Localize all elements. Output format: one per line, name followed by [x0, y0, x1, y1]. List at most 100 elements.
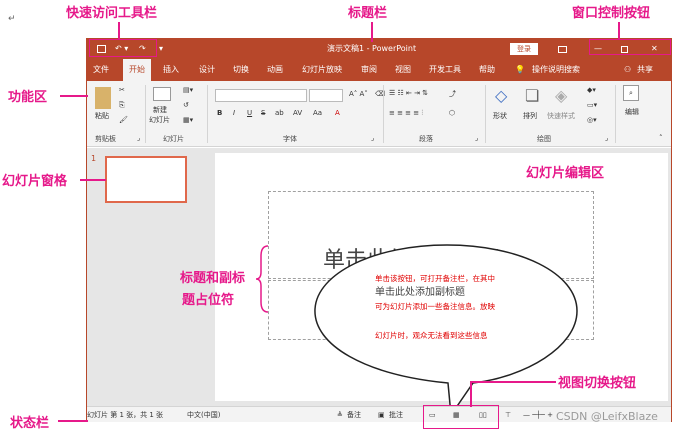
qat-customize-icon[interactable]: ▾	[159, 39, 163, 59]
view-buttons-pointer-h	[470, 381, 556, 383]
label-edit-area: 幻灯片编辑区	[526, 166, 605, 181]
cursor-mark: ↵	[8, 14, 16, 24]
slideshow-view-icon[interactable]: ⊤	[505, 407, 511, 423]
slide-edit-area: 单击此处添加标题 单击此处添加副标题 单击该按钮，可打开备注栏，在其中 可为幻灯…	[205, 148, 671, 418]
clipboard-group-label: 剪贴板	[95, 135, 116, 143]
arrange-icon[interactable]: ❏	[525, 86, 539, 105]
clipboard-launcher-icon[interactable]: ⌟	[137, 134, 140, 142]
tab-developer[interactable]: 开发工具	[429, 59, 461, 81]
bold-button[interactable]: B	[217, 109, 222, 117]
stage: ↵ ↶ ▾ ↷ ▾ 演示文稿1 - PowerPoint 登录 — ✕ 文件 开…	[0, 0, 700, 431]
zoom-slider[interactable]: — ─┼─ +	[523, 407, 553, 423]
ribbon-display-icon[interactable]	[558, 46, 567, 53]
ribbon-tabs: 文件 开始 插入 设计 切换 动画 幻灯片放映 审阅 视图 开发工具 帮助 💡 …	[87, 59, 671, 81]
find-icon[interactable]: ⌕	[623, 85, 639, 101]
lightbulb-icon: 💡	[515, 65, 525, 74]
qat-pointer	[118, 22, 120, 39]
slide-number: 1	[91, 154, 97, 163]
quick-styles-label[interactable]: 快速样式	[547, 111, 575, 121]
tab-design[interactable]: 设计	[199, 59, 215, 81]
paragraph-group-label: 段落	[419, 135, 433, 143]
slide-count-text: 幻灯片 第 1 张，共 1 张	[87, 411, 164, 419]
slide-thumbnail[interactable]	[105, 156, 187, 203]
align-icons[interactable]: ≡ ≡ ≡ ≡ ⫶	[389, 109, 423, 118]
tab-file[interactable]: 文件	[93, 59, 109, 81]
view-buttons-highlight	[423, 405, 499, 429]
ribbon-pointer	[60, 95, 88, 97]
copy-icon[interactable]: ⎘	[119, 101, 125, 110]
format-painter-icon[interactable]: 🖌	[119, 116, 128, 124]
slide-canvas[interactable]: 单击此处添加标题 单击此处添加副标题 单击该按钮，可打开备注栏，在其中 可为幻灯…	[215, 153, 668, 418]
subtitle-placeholder-text: 单击此处添加副标题	[375, 287, 465, 298]
placeholder-brace	[256, 245, 269, 313]
bullets-icon[interactable]: ☰ ☷ ⇤ ⇥ ⇅	[389, 89, 428, 97]
slide-pane-pointer	[80, 179, 106, 181]
shape-fill-icon[interactable]: ◆▾	[587, 86, 596, 94]
powerpoint-window: ↶ ▾ ↷ ▾ 演示文稿1 - PowerPoint 登录 — ✕ 文件 开始 …	[86, 38, 672, 422]
font-launcher-icon[interactable]: ⌟	[371, 134, 374, 142]
label-view-buttons: 视图切换按钮	[558, 376, 637, 391]
window-controls-pointer	[618, 22, 620, 39]
ribbon: 粘贴 ✂ ⎘ 🖌 剪贴板 ⌟ 新建 幻灯片 ▤▾ ↺ ▦▾ 幻灯片 A˄ A˅ …	[87, 81, 671, 147]
label-placeholder-line-2: 题占位符	[182, 293, 235, 308]
slides-group-label: 幻灯片	[163, 135, 184, 143]
qat-highlight	[89, 39, 157, 57]
reset-icon[interactable]: ↺	[183, 101, 189, 109]
collapse-ribbon-icon[interactable]: ˄	[659, 134, 663, 142]
window-controls-highlight	[589, 39, 671, 55]
drawing-launcher-icon[interactable]: ⌟	[605, 134, 608, 142]
tab-slideshow[interactable]: 幻灯片放映	[302, 59, 342, 81]
paste-label[interactable]: 粘贴	[95, 111, 109, 121]
tab-review[interactable]: 审阅	[361, 59, 377, 81]
quick-styles-icon[interactable]: ◈	[555, 86, 567, 105]
separator	[145, 85, 146, 143]
paragraph-launcher-icon[interactable]: ⌟	[475, 134, 478, 142]
drawing-group-label: 绘图	[537, 135, 551, 143]
layout-icon[interactable]: ▤▾	[183, 86, 193, 94]
tab-help[interactable]: 帮助	[479, 59, 495, 81]
shape-effects-icon[interactable]: ◎▾	[587, 116, 597, 124]
label-status-bar: 状态栏	[10, 416, 50, 431]
language-text[interactable]: 中文(中国)	[187, 407, 220, 423]
notes-button[interactable]: 备注	[347, 407, 361, 423]
section-icon[interactable]: ▦▾	[183, 116, 193, 124]
shadow-button[interactable]: ab	[275, 109, 284, 117]
tab-animations[interactable]: 动画	[267, 59, 283, 81]
edit-label[interactable]: 编辑	[625, 107, 639, 117]
shape-outline-icon[interactable]: ▭▾	[587, 101, 597, 109]
login-button[interactable]: 登录	[510, 43, 538, 55]
tab-insert[interactable]: 插入	[163, 59, 179, 81]
cut-icon[interactable]: ✂	[119, 86, 125, 94]
note-callout-line-2: 可为幻灯片添加一些备注信息。放映	[375, 302, 495, 311]
font-color-button[interactable]: A	[335, 109, 340, 117]
smartart-icon[interactable]: ⬡	[449, 109, 455, 117]
new-slide-icon[interactable]	[153, 87, 171, 101]
new-slide-label-2[interactable]: 幻灯片	[149, 115, 170, 125]
comments-icon[interactable]: ▣	[378, 407, 385, 423]
tab-home[interactable]: 开始	[123, 59, 151, 81]
spacing-button[interactable]: AV	[293, 109, 302, 117]
case-button[interactable]: Aa	[313, 109, 322, 117]
new-slide-label-1[interactable]: 新建	[153, 105, 167, 115]
arrange-label[interactable]: 排列	[523, 111, 537, 121]
font-size-select[interactable]	[309, 89, 343, 102]
font-name-select[interactable]	[215, 89, 307, 102]
underline-button[interactable]: U	[247, 109, 252, 117]
tab-view[interactable]: 视图	[395, 59, 411, 81]
strikethrough-button[interactable]: S	[261, 109, 265, 117]
paste-icon[interactable]	[95, 87, 111, 109]
text-direction-icon[interactable]: ⤴	[449, 89, 456, 99]
status-bar-pointer	[58, 420, 88, 422]
label-title-bar: 标题栏	[348, 6, 388, 21]
share-button[interactable]: 共享	[637, 59, 653, 81]
notes-icon[interactable]: ≜	[337, 407, 343, 423]
italic-button[interactable]: I	[233, 109, 235, 117]
label-ribbon: 功能区	[8, 90, 48, 105]
tell-me-search[interactable]: 操作说明搜索	[532, 59, 580, 81]
comments-button[interactable]: 批注	[389, 407, 403, 423]
separator	[615, 85, 616, 143]
grow-font-icon[interactable]: A˄ A˅	[349, 90, 368, 98]
shapes-label[interactable]: 形状	[493, 111, 507, 121]
tab-transitions[interactable]: 切换	[233, 59, 249, 81]
shapes-icon[interactable]: ◇	[495, 86, 507, 105]
